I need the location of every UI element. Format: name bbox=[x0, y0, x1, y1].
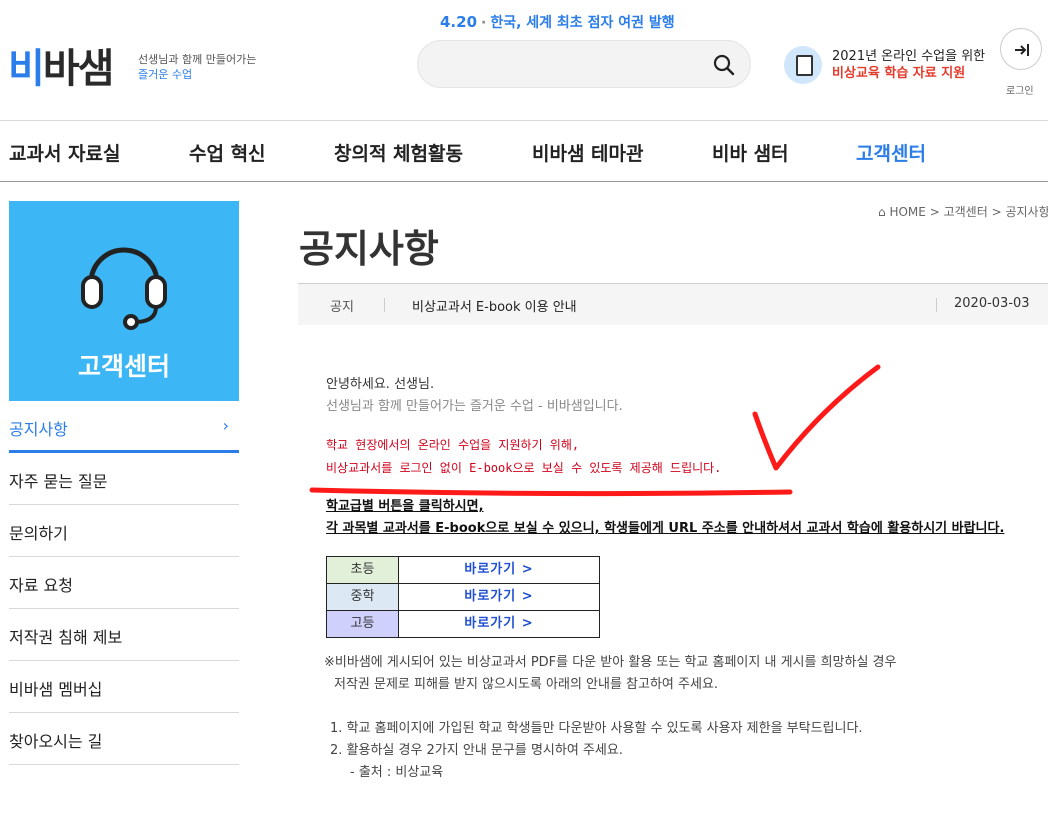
alert-line1: 학교 현장에서의 온라인 수업을 지원하기 위해, bbox=[326, 438, 580, 452]
notice-body: 안녕하세요. 선생님. 선생님과 함께 만들어가는 즐거운 수업 - 비바샘입니… bbox=[324, 374, 1026, 784]
main-nav: 교과서 자료실 수업 혁신 창의적 체험활동 비바샘 테마관 비바 샘터 고객센… bbox=[0, 120, 1048, 182]
ebook-links-table: 초등 바로가기 > 중학 바로가기 > 고등 바로가기 > bbox=[326, 556, 600, 638]
note-line1: ※비바샘에 게시되어 있는 비상교과서 PDF를 다운 받아 활용 또는 학교 … bbox=[324, 655, 897, 670]
nav-vivasam-theme[interactable]: 비바샘 테마관 bbox=[532, 139, 644, 166]
tagline-line2: 즐거운 수업 bbox=[138, 68, 193, 81]
promo-line1: 2021년 온라인 수업을 위한 bbox=[832, 49, 986, 64]
go-high-link[interactable]: 바로가기 > bbox=[398, 610, 600, 638]
divider bbox=[384, 298, 385, 312]
home-icon[interactable]: ⌂ bbox=[878, 205, 886, 219]
level-high: 고등 bbox=[326, 610, 399, 638]
search-box bbox=[417, 40, 751, 88]
breadcrumb-level1[interactable]: 고객센터 bbox=[944, 205, 988, 219]
sidebar-item-request[interactable]: 자료 요청 bbox=[9, 557, 239, 609]
guide-line2: 각 과목별 교과서를 E-book으로 보실 수 있으니, 학생들에게 URL … bbox=[326, 521, 1005, 536]
breadcrumb-sep: > bbox=[929, 205, 940, 219]
go-middle-link[interactable]: 바로가기 > bbox=[398, 583, 600, 611]
table-row: 고등 바로가기 > bbox=[326, 610, 600, 638]
search-input[interactable] bbox=[418, 41, 698, 87]
sidebar-item-copyright[interactable]: 저작권 침해 제보 bbox=[9, 609, 239, 661]
logo-part1: 비 bbox=[8, 46, 45, 92]
notice-date: 2020-03-03 bbox=[954, 296, 1030, 311]
nav-textbook-archive[interactable]: 교과서 자료실 bbox=[9, 139, 121, 166]
login-arrow-icon bbox=[1015, 44, 1029, 56]
level-elementary: 초등 bbox=[326, 556, 399, 584]
notice-category: 공지 bbox=[330, 300, 354, 315]
headline-date: 4.20 bbox=[440, 13, 478, 31]
chevron-right-icon: › bbox=[222, 416, 229, 435]
promo-line2: 비상교육 학습 자료 지원 bbox=[832, 66, 966, 81]
guide-line1: 학교급별 버튼을 클릭하시면, bbox=[326, 499, 484, 514]
notice-title: 비상교과서 E-book 이용 안내 bbox=[412, 300, 577, 315]
tagline: 선생님과 함께 만들어가는 즐거운 수업 bbox=[138, 52, 256, 82]
headline-news[interactable]: 4.20 · 한국, 세계 최초 점자 여권 발행 bbox=[440, 12, 675, 32]
login-button[interactable] bbox=[1000, 28, 1042, 70]
breadcrumb: ⌂ HOME > 고객센터 > 공지사항 bbox=[878, 203, 1048, 220]
breadcrumb-sep: > bbox=[991, 205, 1002, 219]
login-label[interactable]: 로그인 bbox=[1006, 82, 1034, 97]
table-row: 초등 바로가기 > bbox=[326, 556, 600, 584]
sidebar-item-inquiry[interactable]: 문의하기 bbox=[9, 505, 239, 557]
notice-header: 공지 비상교과서 E-book 이용 안내 2020-03-03 bbox=[298, 283, 1048, 325]
greeting: 안녕하세요. 선생님. bbox=[326, 377, 435, 392]
tagline-line1: 선생님과 함께 만들어가는 bbox=[138, 53, 257, 66]
alert-line2: 비상교과서를 로그인 없이 E-book으로 보실 수 있도록 제공해 드립니다… bbox=[326, 461, 722, 475]
list-sub-item: - 출처 : 비상교육 bbox=[350, 765, 444, 780]
page-title: 공지사항 bbox=[299, 227, 439, 271]
nav-viva-samteo[interactable]: 비바 샘터 bbox=[712, 139, 789, 166]
note-line2: 저작권 문제로 피해를 받지 않으시도록 아래의 안내를 참고하여 주세요. bbox=[334, 677, 719, 692]
nav-creative-activities[interactable]: 창의적 체험활동 bbox=[334, 139, 463, 166]
nav-class-innovation[interactable]: 수업 혁신 bbox=[189, 139, 266, 166]
vivasam-logo[interactable]: 비바샘 bbox=[8, 36, 115, 94]
headline-dot: · bbox=[481, 15, 487, 31]
intro: 선생님과 함께 만들어가는 즐거운 수업 - 비바샘입니다. bbox=[326, 399, 623, 414]
sidebar-item-faq[interactable]: 자주 묻는 질문 bbox=[9, 453, 239, 505]
sidebar-item-directions[interactable]: 찾아오시는 길 bbox=[9, 713, 239, 765]
level-middle: 중학 bbox=[326, 583, 399, 611]
table-row: 중학 바로가기 > bbox=[326, 583, 600, 611]
logo-part2: 바샘 bbox=[42, 46, 115, 92]
sidebar-item-label: 공지사항 bbox=[9, 420, 68, 439]
list-item: 2. 활용하실 경우 2가지 안내 문구를 명시하여 주세요. bbox=[330, 743, 623, 758]
breadcrumb-level2[interactable]: 공지사항 bbox=[1005, 205, 1048, 219]
promo-text: 2021년 온라인 수업을 위한 비상교육 학습 자료 지원 bbox=[832, 48, 992, 82]
search-icon[interactable] bbox=[712, 53, 736, 77]
breadcrumb-home[interactable]: HOME bbox=[889, 205, 925, 219]
sidebar-title: 고객센터 bbox=[77, 352, 170, 381]
go-elementary-link[interactable]: 바로가기 > bbox=[398, 556, 600, 584]
sidebar-menu: 공지사항 › 자주 묻는 질문 문의하기 자료 요청 저작권 침해 제보 비바샘… bbox=[9, 401, 239, 765]
divider bbox=[936, 298, 937, 312]
sidebar-item-membership[interactable]: 비바샘 멤버십 bbox=[9, 661, 239, 713]
nav-customer-center[interactable]: 고객센터 bbox=[856, 139, 926, 166]
headline-text: 한국, 세계 최초 점자 여권 발행 bbox=[490, 15, 675, 31]
list-item: 1. 학교 홈페이지에 가입된 학교 학생들만 다운받아 사용할 수 있도록 사… bbox=[330, 721, 863, 736]
book-icon bbox=[784, 46, 822, 84]
headset-icon bbox=[81, 247, 167, 330]
sidebar-item-notice[interactable]: 공지사항 › bbox=[9, 401, 239, 453]
sidebar-hero: 고객센터 bbox=[9, 201, 239, 401]
